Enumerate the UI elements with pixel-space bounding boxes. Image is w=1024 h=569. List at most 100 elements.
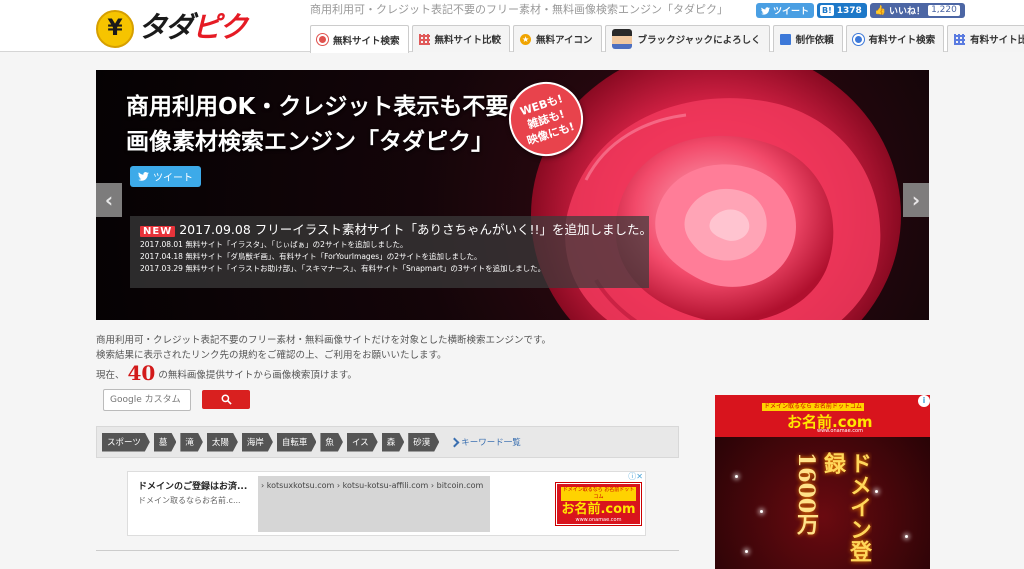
sparkle xyxy=(735,475,738,478)
slider-prev-arrow[interactable]: ‹ xyxy=(96,183,122,217)
hero-title-line1: 商用利用OK・クレジット表示も不要の xyxy=(126,94,532,120)
site-logo[interactable]: ¥ タダピク xyxy=(96,8,268,48)
tab-free-site-compare[interactable]: 無料サイト比較 xyxy=(411,25,511,52)
tweet-button[interactable]: ツイート xyxy=(756,3,815,18)
search-pin-icon xyxy=(317,34,328,45)
logo-wordmark-left: タダ xyxy=(138,10,194,44)
main-nav: 無料サイト検索 無料サイト比較 ★ 無料アイコン ブラックジャックによろしく 制作… xyxy=(310,25,1024,53)
like-label: いいね！ xyxy=(889,7,926,17)
sparkle xyxy=(905,535,908,538)
banner-url: www.onamae.com xyxy=(575,517,622,523)
search-icon xyxy=(221,394,232,405)
search-button[interactable] xyxy=(202,390,250,409)
banner-brand: お名前.com xyxy=(561,502,636,517)
keyword-tag[interactable]: スポーツ xyxy=(102,433,150,452)
tweet-button-label: ツイート xyxy=(773,7,810,17)
tab-label: 無料サイト比較 xyxy=(434,35,502,46)
banner-small-text: ドメイン取るなら お名前ドットコム xyxy=(561,487,636,501)
count-suffix: の無料画像提供サイトから画像検索頂けます。 xyxy=(158,370,357,381)
ad-subtitle: ドメイン取るならお名前.c... xyxy=(138,496,241,505)
tab-label: 制作依頼 xyxy=(795,35,834,46)
search-input[interactable] xyxy=(103,389,191,411)
hero-tweet-label: ツイート xyxy=(153,173,193,184)
content-divider xyxy=(96,550,679,551)
news-headline[interactable]: 2017.09.08 フリーイラスト素材サイト「ありさちゃんがいく!!」を追加し… xyxy=(179,222,652,237)
yen-coin-icon: ¥ xyxy=(96,10,134,48)
keyword-tag[interactable]: 海岸 xyxy=(242,433,273,452)
keyword-bar: スポーツ 墓 滝 太陽 海岸 自転車 魚 イス 森 砂漠 キーワード一覧 xyxy=(96,426,679,458)
ad-banner[interactable]: ドメイン取るなら お名前ドットコム お名前.com www.onamae.com xyxy=(555,482,642,526)
tab-production-request[interactable]: 制作依頼 xyxy=(772,25,843,52)
tab-label: ブラックジャックによろしく xyxy=(637,35,761,46)
logo-wordmark-right: ピク xyxy=(192,10,248,44)
facebook-like-button[interactable]: 👍 いいね！ 1,220 xyxy=(869,3,965,18)
site-header: ¥ タダピク 商用利用可・クレジット表記不要のフリー素材・無料画像検索エンジン「… xyxy=(0,0,1024,53)
hero-title-line2: 画像素材検索エンジン「タダピク」 xyxy=(126,129,494,155)
news-item[interactable]: 2017.04.18 無料サイト「ダ鳥獣ギ画」、有料サイト「ForYourIma… xyxy=(140,251,639,263)
keyword-tag[interactable]: 自転車 xyxy=(277,433,317,452)
text-ad[interactable]: ドメインのご登録はお済... ドメイン取るならお名前.c... › kotsux… xyxy=(127,471,646,536)
tab-label: 有料サイト検索 xyxy=(868,35,936,46)
monitor-icon xyxy=(779,33,791,45)
sparkle xyxy=(760,510,763,513)
site-count: 現在、 40 の無料画像提供サイトから画像検索頂けます。 xyxy=(96,361,357,386)
ad-links[interactable]: › kotsuxkotsu.com › kotsu-kotsu-affili.c… xyxy=(258,476,490,532)
tab-black-jack[interactable]: ブラックジャックによろしく xyxy=(604,25,770,52)
like-count: 1,220 xyxy=(928,5,960,16)
face-icon xyxy=(611,29,632,49)
grid-icon xyxy=(418,33,430,45)
count-number: 40 xyxy=(127,361,156,385)
keyword-list-link[interactable]: キーワード一覧 xyxy=(449,436,521,448)
keyword-tag[interactable]: 太陽 xyxy=(207,433,238,452)
keyword-tag[interactable]: 砂漠 xyxy=(408,433,439,452)
keyword-tag[interactable]: 墓 xyxy=(154,433,177,452)
keyword-list-label: キーワード一覧 xyxy=(461,438,521,448)
news-item[interactable]: 2017.03.29 無料サイト「イラストお助け部」、「スキマナース」、有料サイ… xyxy=(140,263,639,275)
news-item[interactable]: 2017.08.01 無料サイト「イラスタ」、「じぃばぁ」の2サイトを追加しまし… xyxy=(140,239,639,251)
keyword-tag[interactable]: 魚 xyxy=(320,433,343,452)
chevron-right-icon: › xyxy=(911,188,921,212)
hatena-b-icon: B! xyxy=(820,5,834,16)
hatena-bookmark-button[interactable]: B! 1378 xyxy=(817,3,867,18)
search-pin-icon xyxy=(852,33,864,45)
social-share-bar: ツイート B! 1378 👍 いいね！ 1,220 xyxy=(756,3,965,18)
keyword-tag[interactable]: イス xyxy=(347,433,378,452)
tab-paid-site-search[interactable]: 有料サイト検索 xyxy=(845,25,945,52)
hero-tweet-button[interactable]: ツイート xyxy=(130,166,201,187)
ad-info-icon[interactable]: i xyxy=(918,395,930,407)
tab-free-icons[interactable]: ★ 無料アイコン xyxy=(513,25,602,52)
tab-label: 無料アイコン xyxy=(536,35,593,46)
tab-label: 有料サイト比較 xyxy=(970,35,1024,46)
site-description: 商用利用可・クレジット表記不要のフリー素材・無料画像サイトだけを対象とした横断検… xyxy=(96,333,551,363)
keyword-tag[interactable]: 森 xyxy=(382,433,405,452)
hero-title: 商用利用OK・クレジット表示も不要の 画像素材検索エンジン「タダピク」 xyxy=(126,90,531,160)
twitter-bird-icon xyxy=(138,172,149,181)
tab-free-site-search[interactable]: 無料サイト検索 xyxy=(310,25,409,53)
sparkle xyxy=(745,550,748,553)
tab-paid-site-compare[interactable]: 有料サイト比較 xyxy=(947,25,1024,52)
description-line: 商用利用可・クレジット表記不要のフリー素材・無料画像サイトだけを対象とした横断検… xyxy=(96,335,552,346)
site-tagline: 商用利用可・クレジット表記不要のフリー素材・無料画像検索エンジン「タダピク」 xyxy=(310,3,728,16)
ad-title[interactable]: ドメインのご登録はお済... xyxy=(138,479,247,492)
new-badge: NEW xyxy=(140,226,176,237)
news-panel: NEW 2017.09.08 フリーイラスト素材サイト「ありさちゃんがいく!!」を… xyxy=(130,216,652,288)
adchoices-icon[interactable]: ⓘ✕ xyxy=(626,472,645,482)
sidebar-ad-small-text: ドメイン取るなら お名前ドットコム xyxy=(762,403,864,411)
tab-label: 無料サイト検索 xyxy=(333,35,400,47)
sidebar-ad-url: www.onamae.com xyxy=(817,428,863,434)
count-prefix: 現在、 xyxy=(96,370,125,381)
news-headline-row: NEW 2017.09.08 フリーイラスト素材サイト「ありさちゃんがいく!!」を… xyxy=(140,221,652,239)
chevron-left-icon: ‹ xyxy=(104,188,114,212)
thumbs-up-icon: 👍 xyxy=(874,5,887,16)
keyword-tag[interactable]: 滝 xyxy=(180,433,203,452)
sidebar-ad-vertical-number: 1600万 xyxy=(793,452,819,536)
sparkle xyxy=(875,490,878,493)
grid-icon xyxy=(954,33,966,45)
sidebar-ad-vertical-text: ドメイン登録 xyxy=(820,452,872,562)
hero-slider: 商用利用OK・クレジット表示も不要の 画像素材検索エンジン「タダピク」 WEBも… xyxy=(96,70,929,320)
twitter-bird-icon xyxy=(761,6,770,15)
star-icon: ★ xyxy=(520,33,532,45)
sidebar-ad-header: ドメイン取るなら お名前ドットコム お名前.com www.onamae.com xyxy=(715,395,930,437)
hatena-count: 1378 xyxy=(836,5,862,16)
slider-next-arrow[interactable]: › xyxy=(903,183,929,217)
